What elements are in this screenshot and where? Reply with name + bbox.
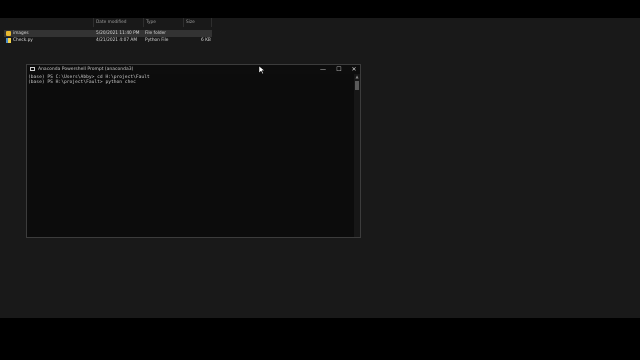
terminal-app-icon (30, 67, 35, 71)
column-header-date-modified[interactable]: Date modified (94, 18, 144, 27)
file-name: Check.py (13, 38, 33, 43)
minimize-button[interactable]: — (315, 65, 331, 74)
scroll-up-icon[interactable]: ▲ (354, 74, 360, 80)
column-header-type[interactable]: Type (144, 18, 184, 27)
column-header-name[interactable] (0, 18, 94, 27)
maximize-button[interactable]: ☐ (331, 65, 347, 74)
file-name: images (13, 31, 29, 36)
console-line: (base) PS H:\project\Fault> python chec (28, 80, 136, 86)
scrollbar-thumb[interactable] (355, 81, 359, 90)
column-header-size[interactable]: Size (184, 18, 212, 27)
window-title: Anaconda Powershell Prompt (anaconda3) (38, 67, 134, 72)
console-output[interactable]: (base) PS C:\Users\Abby> cd H:\project\F… (27, 75, 356, 237)
file-row-images[interactable]: images 5/20/2021 11:40 PM File folder (4, 30, 212, 37)
desktop: Date modified Type Size images 5/20/2021… (0, 0, 640, 360)
folder-icon (6, 31, 11, 36)
file-list-header: Date modified Type Size (0, 18, 212, 27)
window-titlebar[interactable]: Anaconda Powershell Prompt (anaconda3) —… (27, 65, 360, 74)
file-type: Python File (145, 38, 169, 43)
file-date: 4/21/2021 4:07 AM (96, 38, 138, 43)
vertical-scrollbar[interactable]: ▲ (354, 74, 360, 237)
anaconda-powershell-window[interactable]: Anaconda Powershell Prompt (anaconda3) —… (26, 64, 361, 238)
mouse-pointer-icon (258, 65, 266, 75)
file-row-check-py[interactable]: Check.py 4/21/2021 4:07 AM Python File 6… (4, 37, 212, 44)
file-date: 5/20/2021 11:40 PM (96, 31, 140, 36)
close-button[interactable]: ✕ (346, 65, 362, 74)
file-size: 6 KB (201, 38, 211, 43)
file-type: File folder (145, 31, 167, 36)
python-file-icon (6, 38, 11, 43)
